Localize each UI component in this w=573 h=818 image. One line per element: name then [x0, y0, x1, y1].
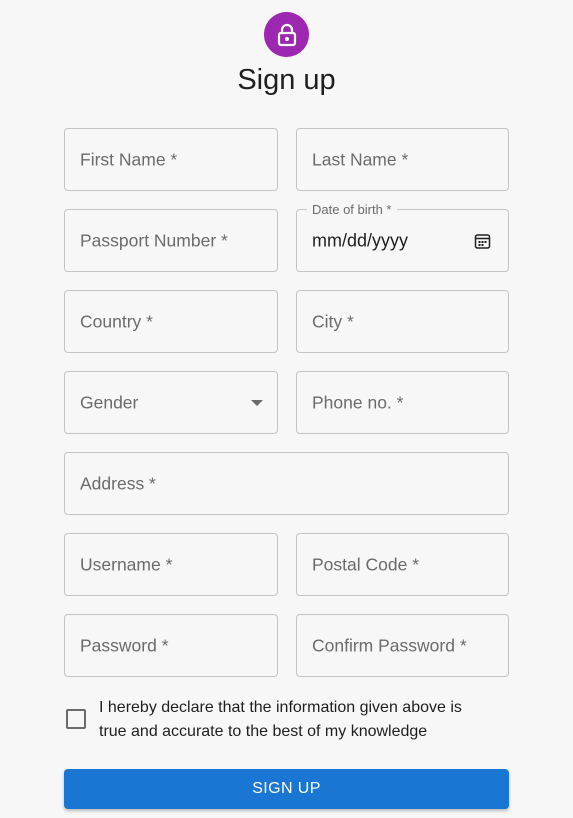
username-placeholder: Username *: [80, 554, 173, 574]
passport-number-field[interactable]: Passport Number *: [64, 209, 278, 272]
gender-select[interactable]: Gender: [64, 371, 278, 434]
sign-up-button[interactable]: SIGN UP: [64, 769, 509, 809]
password-field[interactable]: Password *: [64, 614, 278, 677]
first-name-placeholder: First Name *: [80, 149, 178, 169]
postal-code-placeholder: Postal Code *: [312, 554, 420, 574]
gender-placeholder: Gender: [80, 392, 139, 412]
first-name-field[interactable]: First Name *: [64, 128, 278, 191]
chevron-down-icon[interactable]: [251, 399, 263, 406]
address-field[interactable]: Address *: [64, 452, 509, 515]
country-placeholder: Country *: [80, 311, 153, 331]
city-field[interactable]: City *: [296, 290, 509, 353]
lock-avatar: [264, 12, 309, 57]
address-placeholder: Address *: [80, 473, 156, 493]
last-name-field[interactable]: Last Name *: [296, 128, 509, 191]
username-field[interactable]: Username *: [64, 533, 278, 596]
calendar-icon[interactable]: [474, 232, 491, 249]
phone-placeholder: Phone no. *: [312, 392, 404, 412]
confirm-password-placeholder: Confirm Password *: [312, 635, 467, 655]
passport-number-placeholder: Passport Number *: [80, 230, 228, 250]
date-of-birth-label: Date of birth *: [307, 202, 397, 217]
declaration-checkbox[interactable]: [66, 709, 86, 729]
postal-code-field[interactable]: Postal Code *: [296, 533, 509, 596]
date-of-birth-field[interactable]: Date of birth * mm/dd/yyyy: [296, 202, 509, 272]
page-title: Sign up: [237, 64, 336, 96]
confirm-password-field[interactable]: Confirm Password *: [296, 614, 509, 677]
declaration-text: I hereby declare that the information gi…: [99, 699, 462, 740]
last-name-placeholder: Last Name *: [312, 149, 409, 169]
phone-field[interactable]: Phone no. *: [296, 371, 509, 434]
lock-icon: [277, 23, 296, 46]
country-field[interactable]: Country *: [64, 290, 278, 353]
city-placeholder: City *: [312, 311, 354, 331]
date-of-birth-value: mm/dd/yyyy: [312, 230, 409, 250]
password-placeholder: Password *: [80, 635, 169, 655]
